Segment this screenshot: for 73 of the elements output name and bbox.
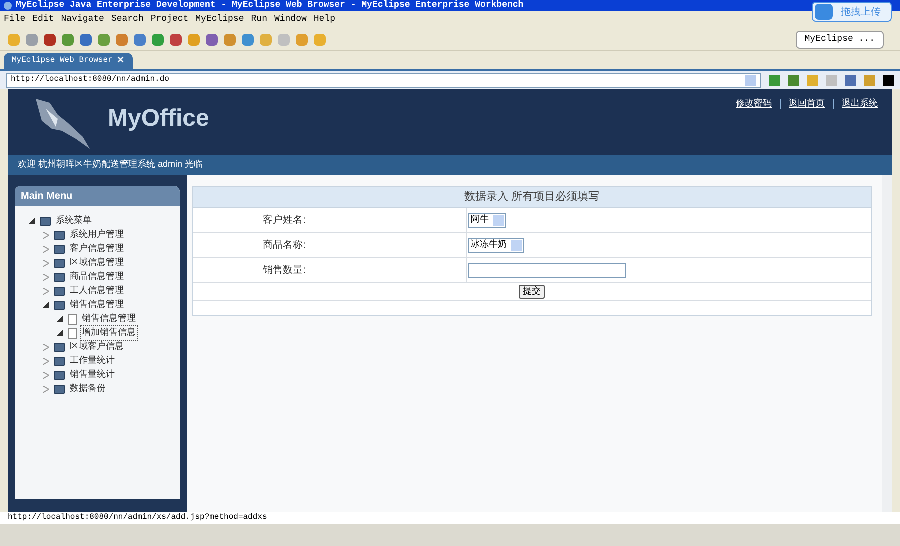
close-icon[interactable]: ✕ <box>116 54 125 68</box>
expand-toggle-icon[interactable] <box>43 246 51 252</box>
dropdown-icon <box>493 214 504 226</box>
expand-toggle-icon[interactable] <box>43 232 51 238</box>
expand-toggle-icon[interactable] <box>43 358 51 364</box>
logo-text: MyOffice <box>108 104 210 134</box>
editor-tab[interactable]: MyEclipse Web Browser ✕ <box>4 53 133 69</box>
page-icon <box>68 314 77 324</box>
scrollbar[interactable] <box>882 175 892 512</box>
select-field[interactable]: 阿牛 <box>468 212 506 228</box>
expand-toggle-icon[interactable] <box>43 274 51 280</box>
tree-item[interactable]: 销售信息管理 <box>80 311 138 327</box>
expand-toggle-icon[interactable] <box>43 260 51 266</box>
folder-icon <box>54 300 65 310</box>
perspective-button[interactable]: MyEclipse ... <box>796 30 884 48</box>
field-label: 销售数量: <box>263 264 306 278</box>
collapse-toggle-icon[interactable] <box>29 218 37 224</box>
tree-item[interactable]: 销售量统计 <box>68 367 117 383</box>
folder-icon <box>54 244 65 254</box>
select-field[interactable]: 冰冻牛奶 <box>468 238 524 252</box>
menu-item[interactable]: Run <box>251 13 268 27</box>
folder-icon <box>54 384 65 394</box>
menu-item[interactable]: Navigate <box>61 13 104 27</box>
menu-item[interactable]: Search <box>111 13 144 27</box>
header-link[interactable]: 返回首页 <box>789 97 825 110</box>
tree-item[interactable]: 工人信息管理 <box>68 283 126 299</box>
tab-label: MyEclipse Web Browser <box>12 55 113 67</box>
tree-item[interactable]: 客户信息管理 <box>68 241 126 257</box>
folder-icon <box>54 258 65 268</box>
folder-icon <box>54 272 65 282</box>
tree-item[interactable]: 系统菜单 <box>54 213 94 229</box>
expand-toggle-icon[interactable] <box>43 386 51 392</box>
input-field[interactable] <box>468 262 626 278</box>
dropdown-icon <box>511 240 522 250</box>
tree-item[interactable]: 区域客户信息 <box>68 339 126 355</box>
tree-item[interactable]: 商品信息管理 <box>68 269 126 285</box>
menu-item[interactable]: Edit <box>32 13 54 27</box>
expand-toggle-icon[interactable] <box>43 288 51 294</box>
expand-toggle-icon[interactable] <box>43 372 51 378</box>
folder-icon <box>40 216 51 226</box>
menu-item[interactable]: File <box>4 13 26 27</box>
menu-item[interactable]: Window <box>274 13 307 27</box>
dropdown-icon[interactable] <box>745 74 756 86</box>
tree-bullet-icon <box>57 316 65 322</box>
tree-item[interactable]: 增加销售信息 <box>80 325 138 341</box>
form-heading: 数据录入 所有项目必须填写 <box>464 190 600 205</box>
page-icon <box>68 328 77 338</box>
sidebar-title: Main Menu <box>21 190 73 204</box>
field-label: 商品名称: <box>263 238 306 252</box>
folder-icon <box>54 370 65 380</box>
folder-icon <box>54 342 65 352</box>
welcome-text: 欢迎 杭州朝晖区牛奶配送管理系统 admin 光临 <box>18 158 204 172</box>
tree-item[interactable]: 系统用户管理 <box>68 227 126 243</box>
header-link[interactable]: 退出系统 <box>842 97 878 110</box>
menu-item[interactable]: MyEclipse <box>196 13 244 27</box>
tree-item[interactable]: 区域信息管理 <box>68 255 126 271</box>
menu-item[interactable]: Help <box>314 13 336 27</box>
tree-bullet-icon <box>57 330 65 336</box>
collapse-toggle-icon[interactable] <box>43 302 51 308</box>
submit-button[interactable]: 提交 <box>519 284 545 298</box>
header-link[interactable]: 修改密码 <box>736 97 772 110</box>
tree-item[interactable]: 工作量统计 <box>68 353 117 369</box>
address-field[interactable]: http://localhost:8080/nn/admin.do <box>6 72 761 88</box>
window-title: MyEclipse Java Enterprise Development - MyEclipse Web Browser - MyEclipse Enterprise Workbench <box>16 1 524 10</box>
status-text: http://localhost:8080/nn/admin/xs/add.jsp?method=addxs <box>8 512 268 524</box>
menu-item[interactable]: Project <box>150 13 189 27</box>
expand-toggle-icon[interactable] <box>43 344 51 350</box>
folder-icon <box>54 356 65 366</box>
tree-item[interactable]: 销售信息管理 <box>68 297 126 313</box>
folder-icon <box>54 230 65 240</box>
field-label: 客户姓名: <box>263 214 306 228</box>
folder-icon <box>54 286 65 296</box>
tree-item[interactable]: 数据备份 <box>68 381 108 397</box>
